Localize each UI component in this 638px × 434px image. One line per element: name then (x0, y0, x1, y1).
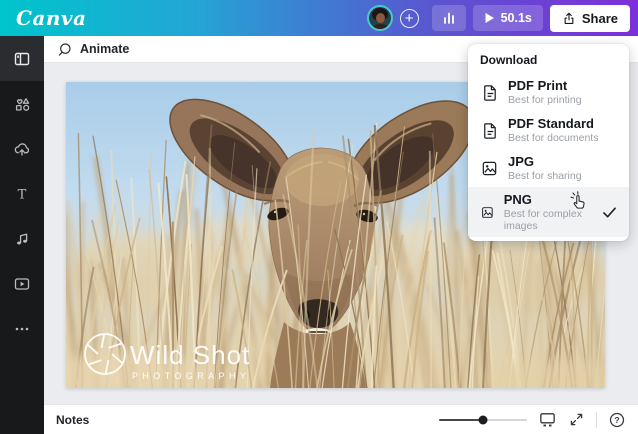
zoom-slider[interactable] (439, 415, 527, 424)
pointer-hand-cursor-icon (568, 190, 589, 216)
watermark-name: Wild Shot (130, 340, 250, 370)
document-icon (484, 122, 496, 139)
insights-button[interactable] (431, 5, 466, 31)
sidebar-item-audio[interactable] (0, 216, 44, 261)
play-icon (485, 13, 494, 23)
videos-icon (14, 277, 30, 290)
elements-icon (15, 97, 30, 111)
sidebar-item-templates[interactable] (0, 36, 44, 81)
canva-logo: Canva (16, 6, 87, 30)
uploads-icon (14, 142, 30, 156)
plus-icon: + (404, 9, 414, 27)
more-icon (15, 327, 29, 330)
zoom-slider-knob[interactable] (478, 415, 488, 424)
animate-button[interactable]: Animate (80, 42, 129, 56)
animate-icon (58, 42, 71, 56)
fullscreen-icon[interactable] (568, 411, 585, 428)
share-label: Share (581, 10, 618, 26)
present-button[interactable]: 50.1s (472, 5, 543, 31)
share-button[interactable]: Share (549, 4, 630, 32)
share-upload-icon (564, 12, 574, 24)
sidebar-item-elements[interactable] (0, 81, 44, 126)
sidebar-item-text[interactable]: T (0, 171, 44, 216)
sidebar-item-uploads[interactable] (0, 126, 44, 171)
watermark-subtitle: PHOTOGRAPHY (132, 371, 250, 381)
avatar[interactable] (366, 5, 393, 31)
menu-item-jpg[interactable]: JPG Best for sharing (468, 149, 629, 187)
menu-item-pdf-print[interactable]: PDF Print Best for printing (468, 73, 629, 111)
svg-text:?: ? (614, 415, 619, 425)
image-icon (482, 206, 493, 218)
templates-icon (14, 52, 30, 65)
duration-label: 50.1s (500, 11, 532, 25)
svg-text:T: T (18, 187, 27, 202)
top-bar: Canva + 50.1s Share (0, 0, 638, 36)
bar-chart-icon (443, 12, 454, 24)
add-member-button[interactable]: + (399, 8, 419, 28)
help-icon[interactable]: ? (608, 411, 626, 429)
grid-view-icon[interactable] (538, 410, 557, 429)
menu-item-pdf-standard[interactable]: PDF Standard Best for documents (468, 111, 629, 149)
document-icon (484, 84, 496, 101)
notes-button[interactable]: Notes (56, 413, 89, 427)
sidebar-item-more[interactable] (0, 306, 44, 351)
bottom-bar: Notes ? (44, 404, 638, 434)
divider (596, 411, 597, 428)
audio-icon (17, 233, 28, 244)
image-icon (482, 161, 497, 175)
sidebar-item-videos[interactable] (0, 261, 44, 306)
menu-item-png[interactable]: PNG Best for complex images (468, 187, 629, 237)
text-icon: T (18, 187, 27, 202)
check-icon (602, 206, 617, 219)
download-menu: Download PDF Print Best for printing PDF… (468, 44, 629, 241)
sidebar: T (0, 36, 44, 434)
download-menu-title: Download (480, 53, 538, 67)
